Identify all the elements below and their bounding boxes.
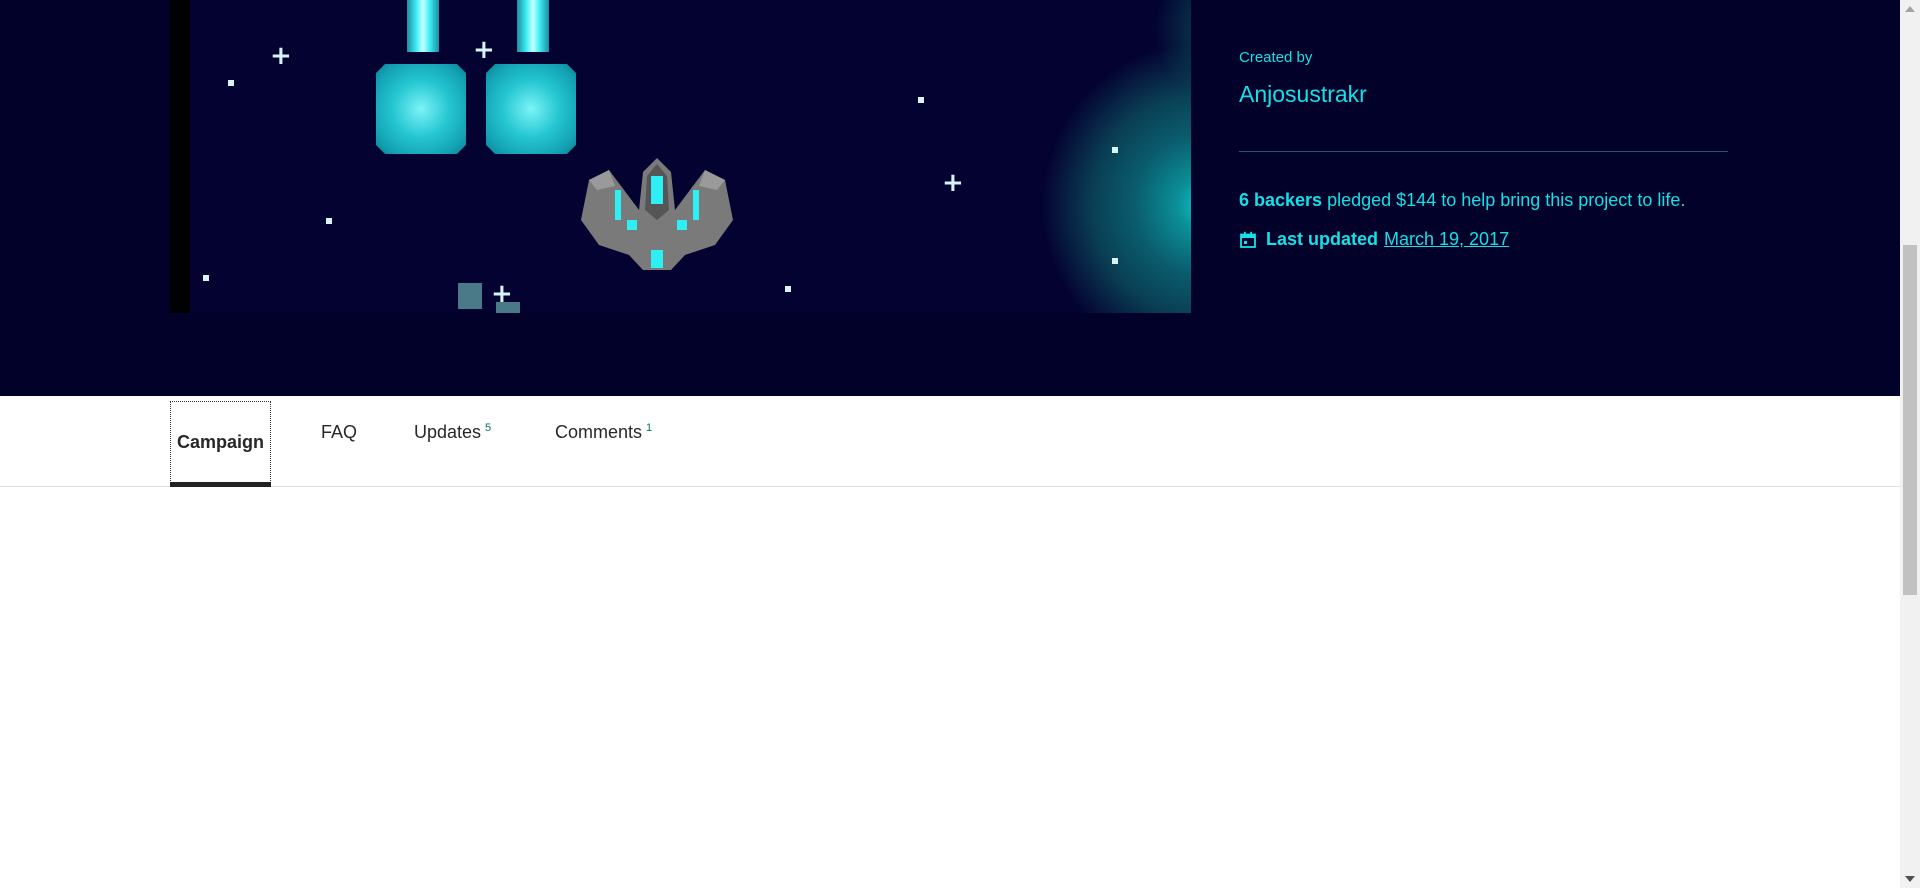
sparkle-star: + xyxy=(942,168,964,198)
thumbnail-border xyxy=(170,0,190,313)
spaceship-sprite xyxy=(581,158,733,270)
scroll-down-arrow-icon[interactable] xyxy=(1905,876,1915,882)
ship-thruster xyxy=(458,283,482,309)
last-updated-date-link[interactable]: March 19, 2017 xyxy=(1384,229,1509,250)
calendar-icon xyxy=(1240,231,1256,248)
tab-comments[interactable]: Comments 1 xyxy=(555,422,652,443)
laser-beam xyxy=(517,0,549,52)
tab-faq[interactable]: FAQ xyxy=(321,422,357,443)
star xyxy=(326,218,332,224)
star xyxy=(1112,258,1118,264)
last-updated-label: Last updated xyxy=(1266,229,1379,249)
backers-count: 6 backers xyxy=(1239,190,1323,210)
page-scrollbar[interactable] xyxy=(1900,0,1920,888)
created-by-label: Created by xyxy=(1239,49,1313,66)
star xyxy=(1112,147,1118,153)
last-updated: Last updated March 19, 2017 xyxy=(1239,229,1509,250)
nebula-cloud xyxy=(1040,40,1191,313)
tab-campaign[interactable]: Campaign xyxy=(170,401,272,487)
star xyxy=(918,97,924,103)
laser-beam xyxy=(407,0,439,52)
tab-updates[interactable]: Updates 5 xyxy=(414,422,491,443)
star xyxy=(785,286,791,292)
project-video-thumbnail[interactable]: + + + + xyxy=(170,0,1191,313)
energy-orb xyxy=(486,64,576,154)
scroll-up-arrow-icon[interactable] xyxy=(1905,6,1915,12)
comments-count-badge: 1 xyxy=(646,422,653,434)
tab-label: Updates xyxy=(414,422,482,442)
tab-label: Comments xyxy=(555,422,643,442)
project-hero: + + + + Created by Anjosustrakr 6 backer… xyxy=(0,0,1900,396)
sparkle-star: + xyxy=(270,41,292,71)
tab-label: Campaign xyxy=(177,432,265,452)
project-nav-tabs: Campaign FAQ Updates 5 Comments 1 xyxy=(0,396,1900,487)
updates-count-badge: 5 xyxy=(485,422,492,434)
star xyxy=(228,80,234,86)
tab-label: FAQ xyxy=(321,422,358,442)
scrollbar-thumb[interactable] xyxy=(1903,245,1917,595)
funding-summary: 6 backers pledged $144 to help bring thi… xyxy=(1239,190,1685,211)
energy-orb xyxy=(376,64,466,154)
creator-name-link[interactable]: Anjosustrakr xyxy=(1239,81,1367,108)
divider xyxy=(1239,151,1728,152)
ship-thruster xyxy=(496,302,520,313)
sparkle-star: + xyxy=(473,35,495,65)
star xyxy=(203,275,209,281)
pledged-text: pledged $144 to help bring this project … xyxy=(1327,190,1686,210)
